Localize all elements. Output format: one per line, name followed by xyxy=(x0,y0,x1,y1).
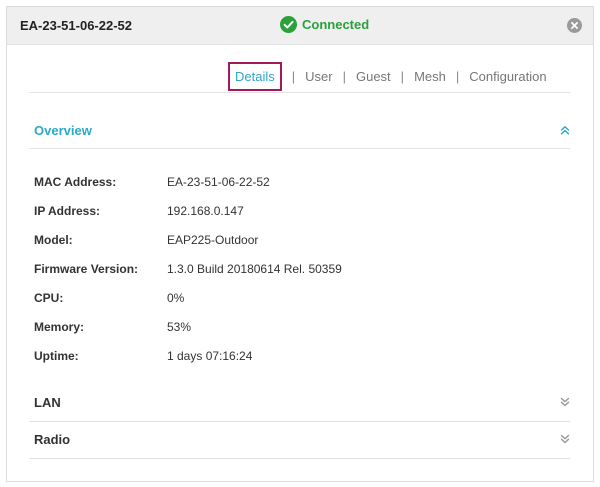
lan-divider xyxy=(29,421,570,422)
tab-user[interactable]: User xyxy=(305,69,332,84)
detail-row-firmware: Firmware Version: 1.3.0 Build 20180614 R… xyxy=(34,262,564,291)
detail-row-model: Model: EAP225-Outdoor xyxy=(34,233,564,262)
tab-details[interactable]: Details xyxy=(228,62,282,91)
check-circle-icon xyxy=(280,16,297,33)
tab-bar: Details | User | Guest | Mesh | Configur… xyxy=(228,62,547,91)
model-value: EAP225-Outdoor xyxy=(167,233,259,247)
radio-section-header[interactable]: Radio xyxy=(29,425,570,455)
tab-separator: | xyxy=(400,69,405,84)
detail-row-memory: Memory: 53% xyxy=(34,320,564,349)
ip-address-value: 192.168.0.147 xyxy=(167,204,244,218)
double-chevron-down-icon xyxy=(560,397,570,407)
mac-address-label: MAC Address: xyxy=(34,175,117,189)
lan-title: LAN xyxy=(34,395,61,410)
device-name: EA-23-51-06-22-52 xyxy=(20,18,133,33)
ip-address-label: IP Address: xyxy=(34,204,101,218)
radio-divider xyxy=(29,458,570,459)
lan-section-header[interactable]: LAN xyxy=(29,388,570,418)
memory-value: 53% xyxy=(167,320,192,334)
cpu-value: 0% xyxy=(167,291,185,305)
detail-row-mac: MAC Address: EA-23-51-06-22-52 xyxy=(34,175,564,204)
model-label: Model: xyxy=(34,233,73,247)
tab-separator: | xyxy=(455,69,460,84)
double-chevron-up-icon xyxy=(560,126,570,135)
tab-separator: | xyxy=(291,69,296,84)
overview-title: Overview xyxy=(34,123,92,138)
detail-row-cpu: CPU: 0% xyxy=(34,291,564,320)
uptime-label: Uptime: xyxy=(34,349,79,363)
firmware-version-value: 1.3.0 Build 20180614 Rel. 50359 xyxy=(167,262,342,276)
overview-details-list: MAC Address: EA-23-51-06-22-52 IP Addres… xyxy=(34,175,564,378)
tab-mesh[interactable]: Mesh xyxy=(414,69,446,84)
double-chevron-down-icon xyxy=(560,434,570,444)
connection-status: Connected xyxy=(280,16,369,33)
status-text: Connected xyxy=(302,17,370,32)
firmware-version-label: Firmware Version: xyxy=(34,262,139,276)
tab-configuration[interactable]: Configuration xyxy=(469,69,546,84)
tab-separator: | xyxy=(342,69,346,84)
device-details-panel: EA-23-51-06-22-52 Connected Details | Us… xyxy=(6,6,594,482)
tabs-divider xyxy=(29,92,570,93)
overview-divider xyxy=(29,148,570,149)
cpu-label: CPU: xyxy=(34,291,64,305)
detail-row-ip: IP Address: 192.168.0.147 xyxy=(34,204,564,233)
overview-section-header[interactable]: Overview xyxy=(29,116,570,146)
close-circle-icon xyxy=(567,18,582,33)
radio-title: Radio xyxy=(34,432,71,447)
close-button[interactable] xyxy=(567,18,582,33)
detail-row-uptime: Uptime: 1 days 07:16:24 xyxy=(34,349,564,378)
uptime-value: 1 days 07:16:24 xyxy=(167,349,253,363)
memory-label: Memory: xyxy=(34,320,85,334)
tab-guest[interactable]: Guest xyxy=(356,69,391,84)
mac-address-value: EA-23-51-06-22-52 xyxy=(167,175,270,189)
panel-header: EA-23-51-06-22-52 Connected xyxy=(7,7,593,45)
